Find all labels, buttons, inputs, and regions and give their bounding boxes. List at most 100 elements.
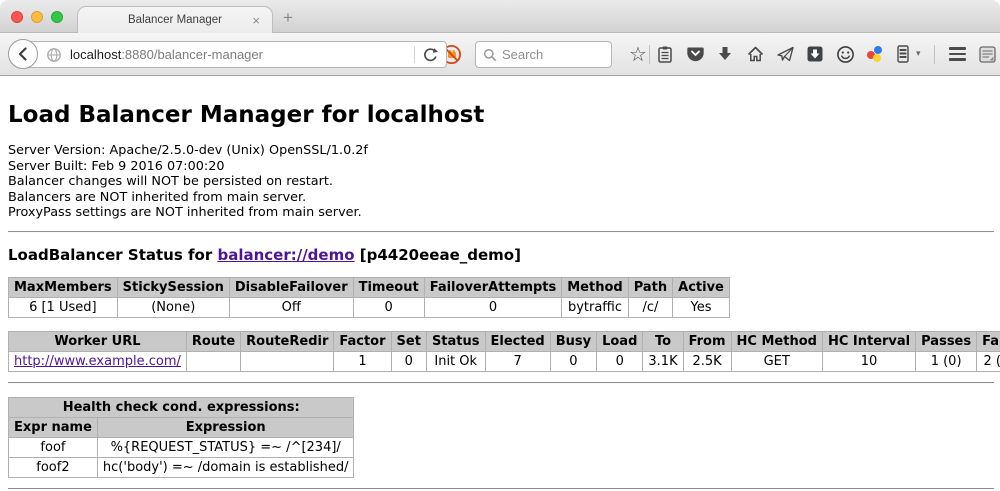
page-grid-icon: [978, 45, 997, 64]
menu-hamburger-icon: [949, 47, 966, 61]
reading-list-button[interactable]: [654, 43, 676, 65]
close-window-button[interactable]: [11, 11, 23, 23]
cell-expr-name: foof2: [9, 457, 98, 477]
cell-routeredir: [241, 351, 334, 371]
cell-passes: 1 (0): [916, 351, 977, 371]
page-content: Load Balancer Manager for localhost Serv…: [0, 77, 1000, 491]
col-to: To: [643, 331, 683, 351]
proxypass-note-line: ProxyPass settings are NOT inherited fro…: [8, 205, 994, 221]
col-hc-method: HC Method: [731, 331, 822, 351]
col-from: From: [683, 331, 731, 351]
col-stickysession: StickySession: [117, 277, 229, 297]
url-text[interactable]: localhost:8880/balancer-manager: [70, 47, 414, 62]
col-expr-name: Expr name: [9, 417, 98, 437]
tab-close-icon[interactable]: ×: [252, 13, 260, 28]
cell-fails: 2 (0): [977, 351, 1000, 371]
cell-factor: 1: [334, 351, 391, 371]
url-path: :8880/balancer-manager: [121, 47, 263, 62]
zoom-window-button[interactable]: [51, 11, 63, 23]
globe-icon: [46, 47, 62, 63]
col-path: Path: [628, 277, 672, 297]
dropdown-caret-icon[interactable]: ▾: [916, 49, 921, 59]
urlbar-divider: [414, 46, 415, 63]
balancer-status-heading: LoadBalancer Status for balancer://demo …: [8, 246, 994, 264]
table-header-row: Expr name Expression: [9, 417, 354, 437]
home-icon: [746, 45, 765, 63]
worker-table: Worker URL Route RouteRedir Factor Set S…: [8, 331, 1000, 372]
balancer-settings-table: MaxMembers StickySession DisableFailover…: [8, 277, 730, 318]
reload-icon[interactable]: [422, 47, 438, 63]
page-actions-button[interactable]: [976, 43, 998, 65]
table-title-row: Health check cond. expressions:: [9, 397, 354, 417]
downloader-box-icon: [806, 45, 824, 63]
menu-button[interactable]: [946, 43, 968, 65]
extension-dots-button[interactable]: [863, 43, 885, 65]
col-passes: Passes: [916, 331, 977, 351]
hc-row-foof2: foof2 hc('body') =~ /domain is establish…: [9, 457, 354, 477]
send-tab-button[interactable]: [774, 43, 796, 65]
cell-busy: 0: [550, 351, 596, 371]
back-icon: [15, 46, 31, 62]
cell-from: 2.5K: [683, 351, 731, 371]
back-button[interactable]: [8, 39, 38, 69]
url-host: localhost: [70, 47, 121, 62]
bookmark-star-icon: ☆: [629, 44, 647, 64]
home-button[interactable]: [744, 43, 766, 65]
titlebar: Balancer Manager × +: [0, 0, 1000, 33]
divider-rule-2: [8, 382, 994, 384]
cell-timeout: 0: [353, 297, 424, 317]
archive-icon: [895, 44, 911, 64]
url-bar[interactable]: localhost:8880/balancer-manager: [23, 41, 447, 68]
col-active: Active: [673, 277, 730, 297]
downloads-button[interactable]: [714, 43, 736, 65]
navigation-toolbar: localhost:8880/balancer-manager ☆: [0, 33, 1000, 76]
inherit-note-line: Balancers are NOT inherited from main se…: [8, 190, 994, 206]
cell-status: Init Ok: [426, 351, 485, 371]
cell-stickysession: (None): [117, 297, 229, 317]
archive-extension-button[interactable]: [892, 43, 914, 65]
col-method: Method: [562, 277, 628, 297]
search-bar[interactable]: [475, 41, 612, 68]
download-arrow-icon: [716, 45, 734, 63]
server-info: Server Version: Apache/2.5.0-dev (Unix) …: [8, 143, 994, 221]
search-icon: [483, 48, 497, 62]
balancer-demo-link[interactable]: balancer://demo: [217, 246, 354, 264]
cell-path: /c/: [628, 297, 672, 317]
col-route: Route: [186, 331, 240, 351]
col-status: Status: [426, 331, 485, 351]
bookmark-star-button[interactable]: ☆: [627, 43, 649, 65]
table-row: 6 [1 Used] (None) Off 0 0 bytraffic /c/ …: [9, 297, 730, 317]
cell-load: 0: [597, 351, 643, 371]
divider-rule-bottom: [8, 488, 994, 490]
new-tab-button[interactable]: +: [283, 8, 293, 28]
cell-to: 3.1K: [643, 351, 683, 371]
page-title: Load Balancer Manager for localhost: [8, 102, 994, 128]
col-worker-url: Worker URL: [9, 331, 187, 351]
col-disablefailover: DisableFailover: [229, 277, 353, 297]
worker-row: http://www.example.com/ 1 0 Init Ok 7 0 …: [9, 351, 1000, 371]
download-helper-button[interactable]: [804, 43, 826, 65]
col-expression: Expression: [97, 417, 354, 437]
table-header-row: Worker URL Route RouteRedir Factor Set S…: [9, 331, 1000, 351]
cell-expression: hc('body') =~ /domain is established/: [97, 457, 354, 477]
cell-maxmembers: 6 [1 Used]: [9, 297, 118, 317]
server-built-line: Server Built: Feb 9 2016 07:00:20: [8, 159, 994, 175]
tab-balancer-manager[interactable]: Balancer Manager ×: [77, 6, 273, 33]
cell-method: bytraffic: [562, 297, 628, 317]
cell-active: Yes: [673, 297, 730, 317]
cell-route: [186, 351, 240, 371]
col-busy: Busy: [550, 331, 596, 351]
emoji-button[interactable]: [834, 43, 856, 65]
cell-hc-method: GET: [731, 351, 822, 371]
col-elected: Elected: [485, 331, 550, 351]
minimize-window-button[interactable]: [31, 11, 43, 23]
emoji-smiley-icon: [836, 45, 855, 64]
cell-set: 0: [391, 351, 426, 371]
search-input[interactable]: [502, 47, 597, 62]
col-routeredir: RouteRedir: [241, 331, 334, 351]
pocket-button[interactable]: [684, 43, 706, 65]
server-version-line: Server Version: Apache/2.5.0-dev (Unix) …: [8, 143, 994, 159]
col-hc-interval: HC Interval: [822, 331, 915, 351]
worker-url-link[interactable]: http://www.example.com/: [14, 354, 181, 369]
persist-note-line: Balancer changes will NOT be persisted o…: [8, 174, 994, 190]
